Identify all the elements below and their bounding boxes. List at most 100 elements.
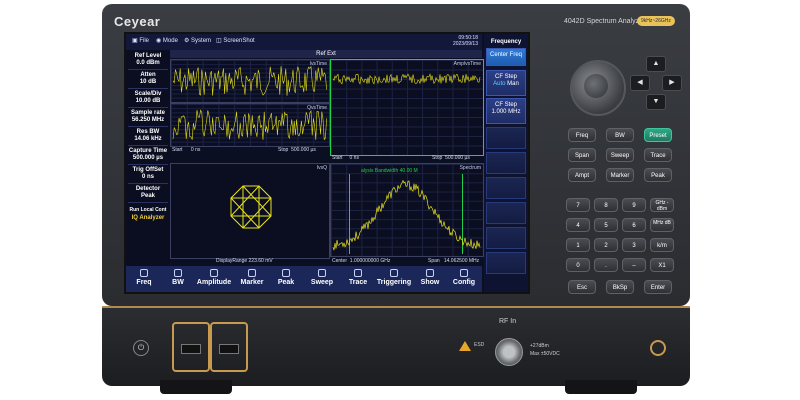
blank-softkey-1[interactable] (486, 127, 526, 149)
freq-tab-icon (140, 269, 148, 277)
ground-terminal-icon[interactable] (650, 340, 666, 356)
enter-key[interactable]: Enter (644, 280, 672, 294)
res-bw-param[interactable]: Res BW 14.06 kHz (126, 129, 170, 143)
tab-freq[interactable]: Freq (136, 279, 151, 286)
k-m-key[interactable]: k/m (650, 238, 674, 252)
frequency-range-badge: 9kHz~26GHz (637, 16, 675, 26)
num-6-key[interactable]: 6 (622, 218, 646, 232)
detector-param[interactable]: Detector Peak (126, 186, 170, 200)
cf-step-value-softkey[interactable]: CF Step 1.000 MHz (486, 98, 526, 124)
ampt-key[interactable]: Ampt (568, 168, 596, 182)
tab-show[interactable]: Show (421, 279, 440, 286)
triggering-tab-icon (390, 269, 398, 277)
x1-key[interactable]: X1 (650, 258, 674, 272)
num-7-key[interactable]: 7 (566, 198, 590, 212)
blank-softkey-3[interactable] (486, 177, 526, 199)
trace-key[interactable]: Trace (644, 148, 672, 162)
num-8-key[interactable]: 8 (594, 198, 618, 212)
blank-softkey-2[interactable] (486, 152, 526, 174)
rf-in-label: RF In (499, 318, 517, 325)
num-0-key[interactable]: 0 (566, 258, 590, 272)
atten-param[interactable]: Atten 10 dB (126, 72, 170, 86)
q-trace (172, 109, 327, 141)
marker-tab-icon (248, 269, 256, 277)
arrow-left-button[interactable]: ◀ (630, 75, 650, 91)
preset-key[interactable]: Preset (644, 128, 672, 142)
tab-triggering[interactable]: Triggering (377, 279, 411, 286)
warning-icon (459, 341, 471, 351)
freq-key[interactable]: Freq (568, 128, 596, 142)
trig-offset-param[interactable]: Trig OffSet 0 ns (126, 167, 170, 181)
spectrum-trace (332, 179, 481, 251)
blank-softkey-6[interactable] (486, 252, 526, 274)
blank-softkey-5[interactable] (486, 227, 526, 249)
left-foot (160, 380, 232, 394)
tab-peak[interactable]: Peak (278, 279, 294, 286)
blank-softkey-4[interactable] (486, 202, 526, 224)
arrow-up-button[interactable]: ▲ (646, 56, 666, 72)
num-5-key[interactable]: 5 (594, 218, 618, 232)
i-vs-q-chart[interactable]: IvsQ (170, 163, 330, 259)
rf-input-connector[interactable] (495, 338, 523, 366)
i-chart-title: IvsTime (309, 61, 327, 67)
ampl-vs-time-chart[interactable]: AmplvsTime (330, 59, 484, 156)
span-key[interactable]: Span (568, 148, 596, 162)
constellation-plot (230, 185, 272, 229)
q-chart-title: QvsTime (307, 105, 327, 111)
num-9-key[interactable]: 9 (622, 198, 646, 212)
ampl-axis-start: Start 0 ns (332, 155, 359, 161)
tab-config[interactable]: Config (453, 279, 475, 286)
model-name: 4042D Spectrum Analyzer (564, 18, 646, 25)
arrow-down-button[interactable]: ▼ (646, 94, 666, 110)
mode-menu[interactable]: ◉ Mode (156, 37, 178, 44)
center-freq-softkey[interactable]: Center Freq (486, 48, 526, 66)
right-foot (565, 380, 637, 394)
sweep-tab-icon (318, 269, 326, 277)
num-1-key[interactable]: 1 (566, 238, 590, 252)
span-readout: Span 14.062500 MHz (428, 258, 480, 264)
power-button[interactable]: ⏻ (133, 340, 149, 356)
minus-key[interactable]: – (622, 258, 646, 272)
tab-bw[interactable]: BW (172, 279, 184, 286)
screenshot-menu[interactable]: ◫ ScreenShot (216, 37, 255, 44)
sample-rate-param[interactable]: Sample rate 56.250 MHz (126, 110, 170, 124)
peak-key[interactable]: Peak (644, 168, 672, 182)
i-trace (172, 65, 327, 96)
scale-div-param[interactable]: Scale/Div 10.00 dB (126, 91, 170, 105)
rotary-knob-center[interactable] (584, 74, 608, 98)
arrow-right-button[interactable]: ▶ (662, 75, 682, 91)
usb-port-group-2 (210, 322, 248, 372)
ref-ext-indicator: Ref Ext (170, 50, 482, 58)
tab-sweep[interactable]: Sweep (311, 279, 333, 286)
tab-amplitude[interactable]: Amplitude (197, 279, 231, 286)
system-menu[interactable]: ⚙ System (184, 37, 211, 44)
ref-level-param[interactable]: Ref Level 0.0 dBm (126, 53, 170, 67)
usb-port-2[interactable] (219, 344, 239, 354)
num-3-key[interactable]: 3 (622, 238, 646, 252)
i-vs-time-chart[interactable]: IvsTime (170, 59, 330, 103)
display-screen: ▣ File ◉ Mode ⚙ System ◫ ScreenShot 09:5… (124, 32, 530, 294)
q-vs-time-chart[interactable]: QvsTime (170, 103, 330, 147)
ghz-dbm-key[interactable]: GHz -dBm (650, 198, 674, 212)
softkey-panel: Frequency Center Freq CF Step Auto Man C… (484, 34, 528, 292)
decimal-key[interactable]: . (594, 258, 618, 272)
tab-trace[interactable]: Trace (349, 279, 367, 286)
trace-tab-icon (354, 269, 362, 277)
spectrum-chart[interactable]: Spectrum alysis Bandwidth 40.00 M (330, 163, 484, 257)
marker-key[interactable]: Marker (606, 168, 634, 182)
backspace-key[interactable]: BkSp (606, 280, 634, 294)
usb-port-1[interactable] (181, 344, 201, 354)
cf-step-auto-man-softkey[interactable]: CF Step Auto Man (486, 70, 526, 96)
mode-name: IQ Analyzer (131, 215, 165, 221)
bw-key[interactable]: BW (606, 128, 634, 142)
num-2-key[interactable]: 2 (594, 238, 618, 252)
mhz-db-key[interactable]: MHz dB (650, 218, 674, 232)
file-menu[interactable]: ▣ File (132, 37, 149, 44)
tab-marker[interactable]: Marker (241, 279, 264, 286)
center-freq-readout: Center 1.000000000 GHz (332, 258, 391, 264)
esc-key[interactable]: Esc (568, 280, 596, 294)
sweep-key[interactable]: Sweep (606, 148, 634, 162)
num-4-key[interactable]: 4 (566, 218, 590, 232)
show-tab-icon (426, 269, 434, 277)
capture-time-param[interactable]: Capture Time 500.000 µs (126, 148, 170, 162)
